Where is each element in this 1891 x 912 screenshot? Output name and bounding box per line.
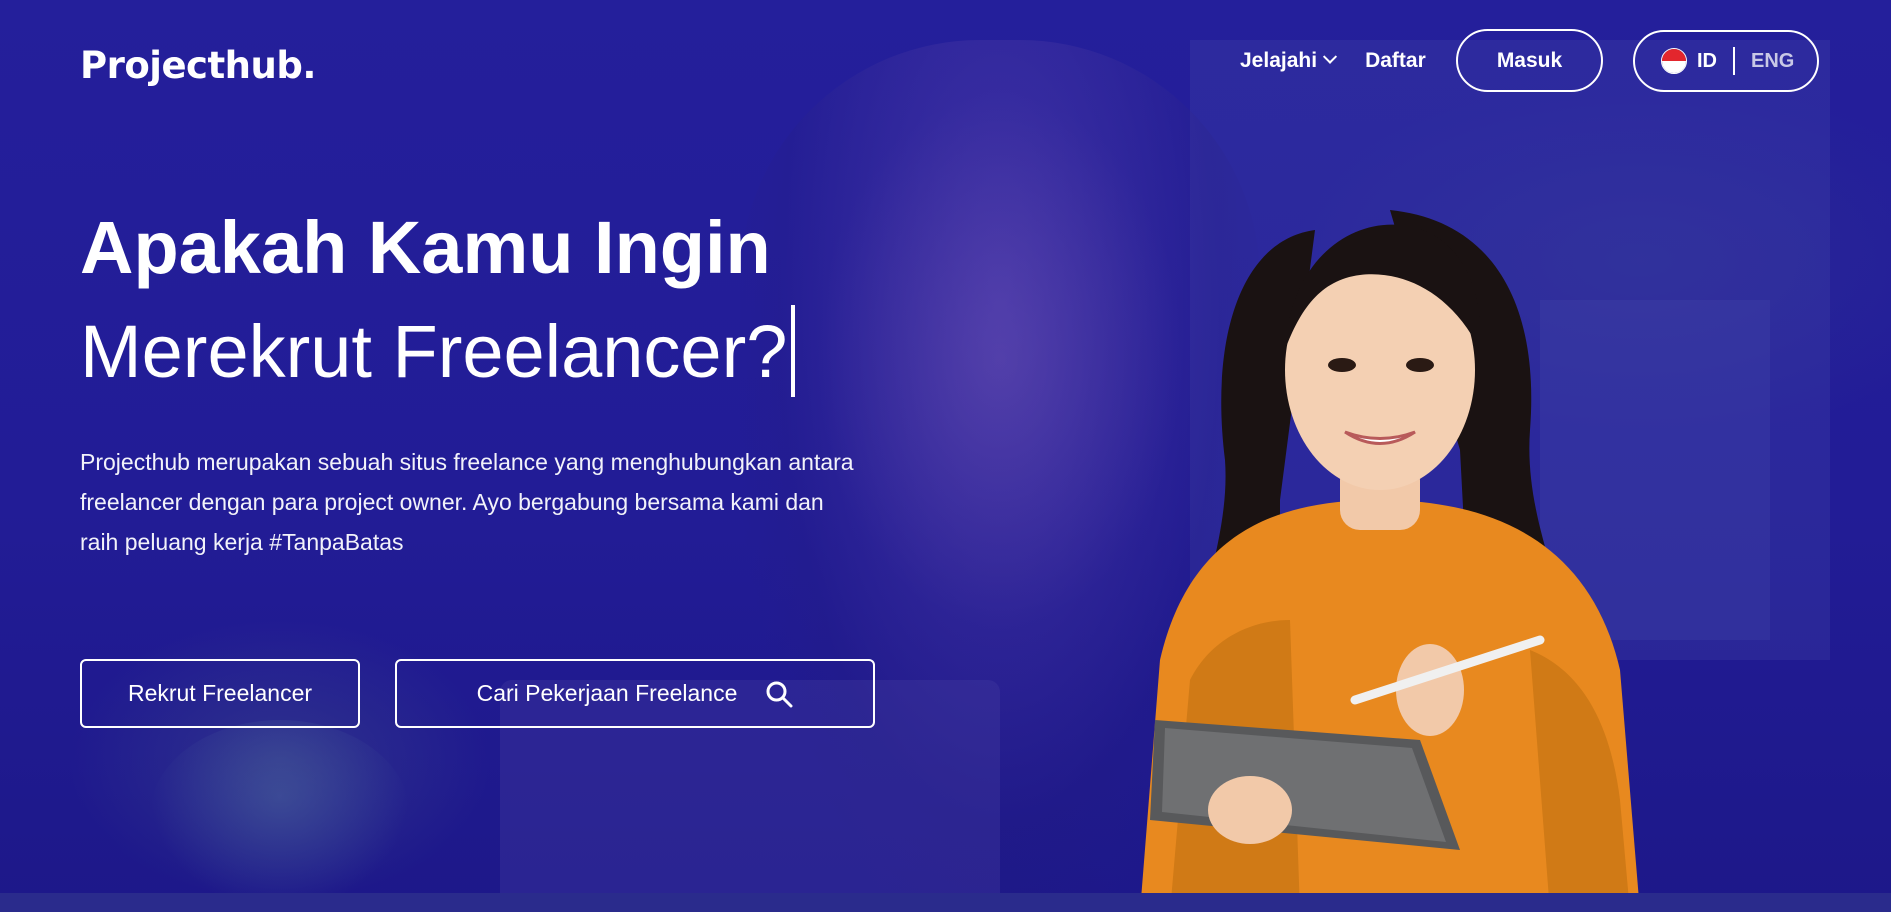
hero-title-light: Merekrut Freelancer?: [80, 309, 788, 393]
language-divider: [1733, 47, 1735, 75]
login-button[interactable]: Masuk: [1456, 29, 1603, 92]
site-logo[interactable]: Projecthub.: [80, 44, 316, 87]
typing-caret: [791, 305, 796, 397]
chevron-down-icon: [1322, 49, 1338, 64]
language-switcher: ID ENG: [1633, 30, 1819, 92]
bottom-strip: [0, 893, 1891, 912]
nav-register-link[interactable]: Daftar: [1365, 49, 1426, 73]
hero-title-bold: Apakah Kamu Ingin: [80, 206, 771, 289]
nav-explore-label: Jelajahi: [1240, 48, 1318, 72]
recruit-freelancer-button[interactable]: Rekrut Freelancer: [80, 659, 360, 728]
language-id-option[interactable]: ID: [1697, 50, 1717, 73]
find-freelance-job-button[interactable]: Cari Pekerjaan Freelance: [395, 659, 875, 728]
background-plant: [150, 720, 410, 910]
nav-explore[interactable]: Jelajahi: [1240, 48, 1338, 73]
indonesia-flag-icon: [1661, 48, 1687, 74]
hero-woman-photo: [1140, 210, 1640, 912]
hero-title-light-line: Merekrut Freelancer?: [80, 305, 796, 397]
search-icon: [766, 681, 793, 707]
top-nav: Jelajahi Daftar: [1240, 29, 1426, 92]
language-eng-option[interactable]: ENG: [1751, 50, 1794, 73]
find-job-label: Cari Pekerjaan Freelance: [476, 680, 738, 706]
hero-description: Projecthub merupakan sebuah situs freela…: [80, 449, 854, 555]
